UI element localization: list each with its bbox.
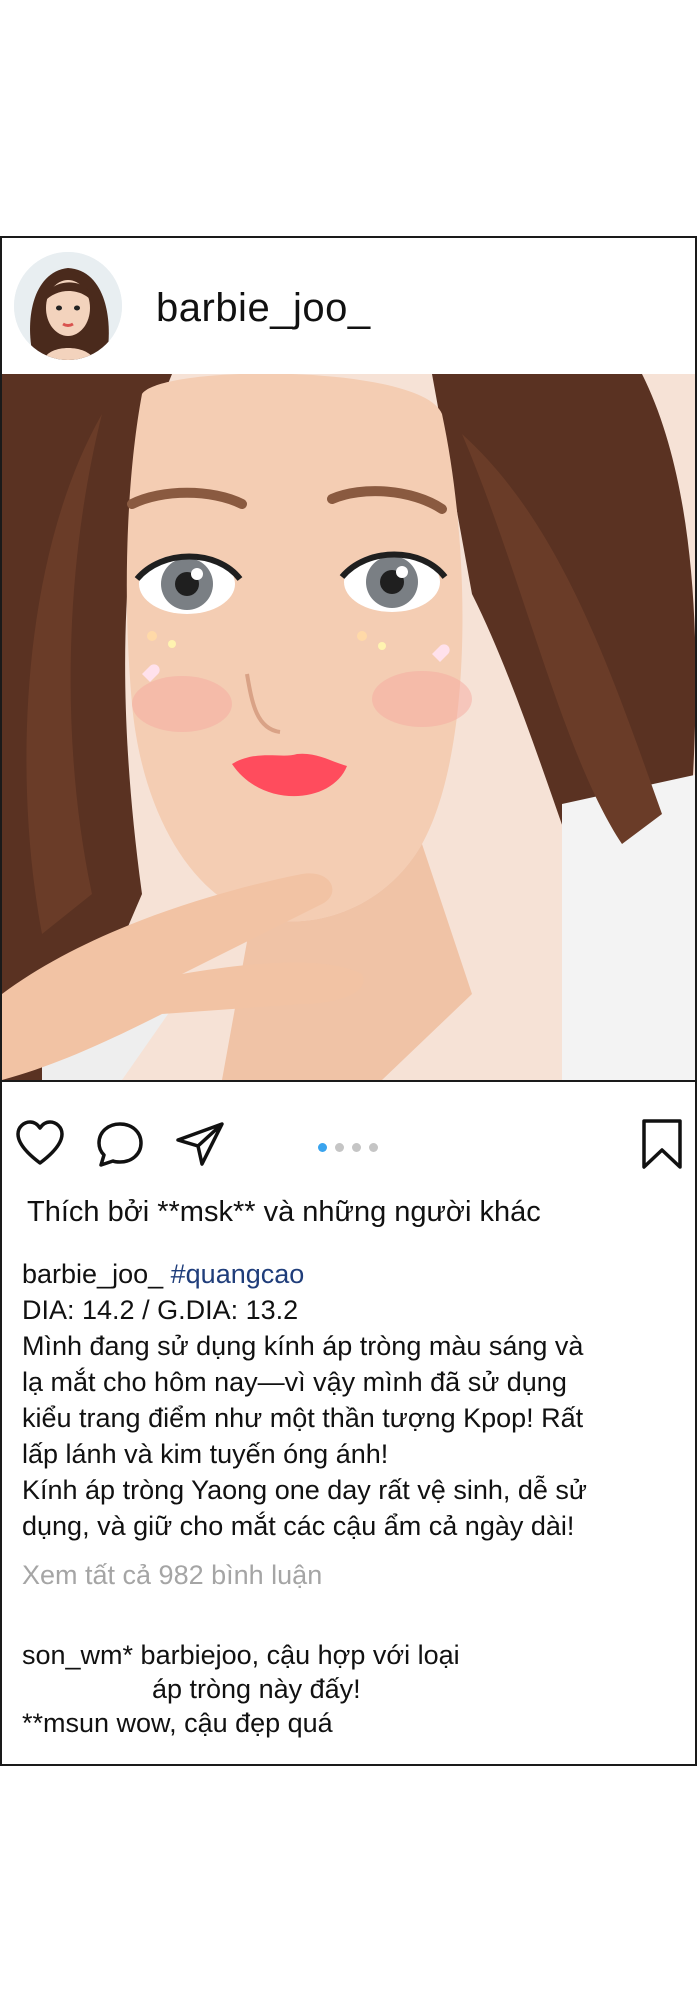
- post-actions-bar: [2, 1118, 695, 1188]
- view-all-comments-link[interactable]: Xem tất cả 982 bình luận: [22, 1560, 322, 1591]
- carousel-dot: [352, 1143, 361, 1152]
- comment-text: son_wm* barbiejoo, cậu hợp với loại: [22, 1640, 460, 1670]
- caption-hashtag[interactable]: #quangcao: [171, 1259, 305, 1289]
- send-icon[interactable]: [174, 1118, 226, 1170]
- comments-list: son_wm* barbiejoo, cậu hợp với loại áp t…: [22, 1638, 662, 1740]
- comment-icon[interactable]: [94, 1118, 146, 1170]
- comment-item: son_wm* barbiejoo, cậu hợp với loại áp t…: [22, 1638, 662, 1706]
- bookmark-icon[interactable]: [636, 1118, 688, 1170]
- carousel-dot: [335, 1143, 344, 1152]
- comment-text-continued: áp tròng này đấy!: [152, 1674, 361, 1704]
- caption-line: Mình đang sử dụng kính áp tròng màu sáng…: [22, 1331, 584, 1361]
- carousel-dot: [369, 1143, 378, 1152]
- heart-icon[interactable]: [14, 1118, 66, 1170]
- instagram-post: barbie_joo_ Thích bởi **msk** và những n…: [0, 236, 697, 1766]
- post-caption: barbie_joo_ #quangcao DIA: 14.2 / G.DIA:…: [22, 1256, 662, 1544]
- caption-username[interactable]: barbie_joo_: [22, 1259, 163, 1289]
- caption-line: dụng, và giữ cho mắt các cậu ẩm cả ngày …: [22, 1511, 575, 1541]
- post-header: barbie_joo_: [2, 238, 695, 376]
- caption-line: kiểu trang điểm như một thần tượng Kpop!…: [22, 1403, 584, 1433]
- post-username[interactable]: barbie_joo_: [156, 286, 371, 331]
- comment-text: **msun wow, cậu đẹp quá: [22, 1708, 333, 1738]
- likes-text[interactable]: Thích bởi **msk** và những người khác: [27, 1196, 541, 1229]
- caption-line: Kính áp tròng Yaong one day rất vệ sinh,…: [22, 1475, 587, 1505]
- avatar[interactable]: [14, 252, 122, 360]
- carousel-indicator: [318, 1139, 386, 1152]
- caption-line: lạ mắt cho hôm nay—vì vậy mình đã sử dụn…: [22, 1367, 567, 1397]
- carousel-dot-active: [318, 1143, 327, 1152]
- comment-item: **msun wow, cậu đẹp quá: [22, 1706, 662, 1740]
- caption-line: lấp lánh và kim tuyến óng ánh!: [22, 1439, 389, 1469]
- caption-specs: DIA: 14.2 / G.DIA: 13.2: [22, 1295, 299, 1325]
- post-photo[interactable]: [2, 374, 695, 1082]
